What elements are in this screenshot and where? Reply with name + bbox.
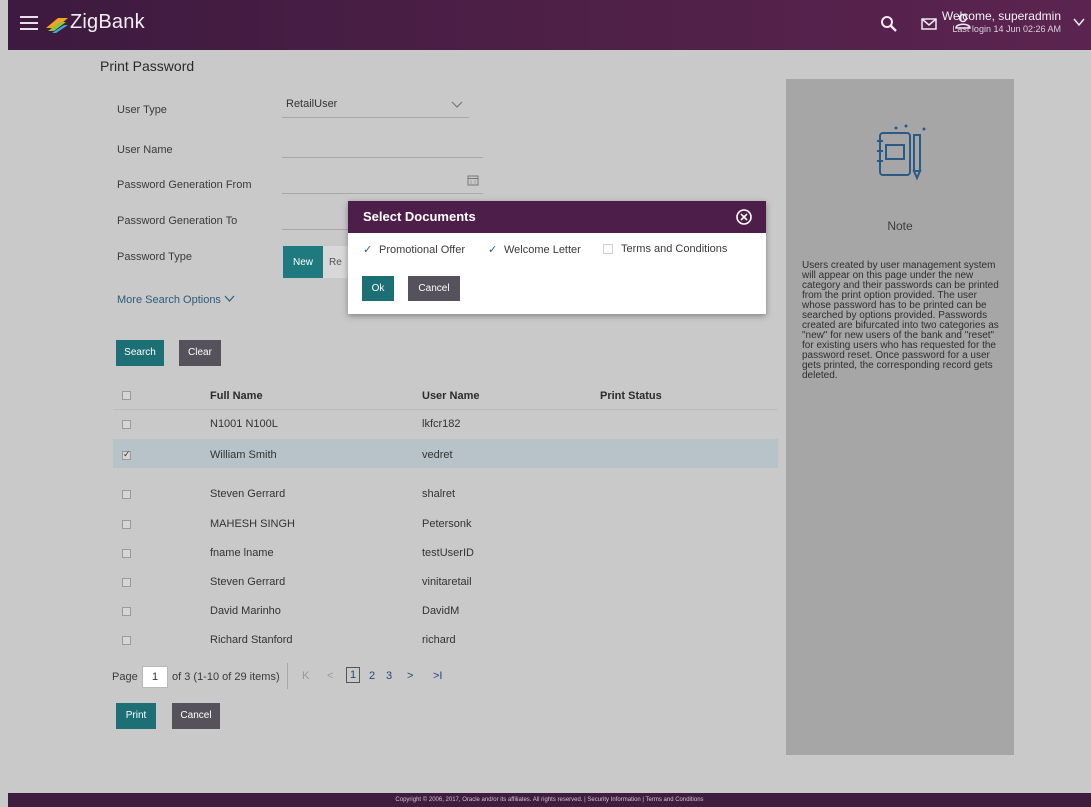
more-search-options-link[interactable]: More Search Options bbox=[117, 294, 235, 306]
page-range-text: of 3 (1-10 of 29 items) bbox=[172, 671, 280, 683]
option-label: Welcome Letter bbox=[504, 243, 581, 256]
prev-page-button[interactable]: < bbox=[327, 670, 333, 682]
cell-full-name: N1001 N100L bbox=[210, 418, 278, 430]
pw-type-reset[interactable]: Re bbox=[323, 246, 348, 278]
select-documents-modal: Select Documents ✓ Promotional Offer ✓ W… bbox=[348, 201, 766, 314]
cell-user-name: shalret bbox=[422, 488, 456, 500]
page-link-1[interactable]: 1 bbox=[346, 667, 361, 683]
pw-from-date-input[interactable] bbox=[282, 172, 483, 194]
col-header-full-name: Full Name bbox=[210, 390, 263, 402]
cell-user-name: lkfcr182 bbox=[422, 418, 461, 430]
first-page-button[interactable]: K bbox=[302, 670, 309, 682]
modal-title: Select Documents bbox=[363, 209, 476, 224]
print-button[interactable]: Print bbox=[116, 703, 156, 729]
last-page-button[interactable]: >I bbox=[433, 670, 442, 682]
page: ZigBank Welcome, superadmin Last login 1… bbox=[0, 0, 1091, 807]
row-checkbox[interactable] bbox=[122, 490, 131, 499]
row-checkbox[interactable] bbox=[122, 520, 131, 529]
modal-header: Select Documents bbox=[348, 201, 766, 233]
page-link-3[interactable]: 3 bbox=[386, 670, 392, 682]
row-checkbox[interactable] bbox=[122, 449, 131, 460]
pw-type-new[interactable]: New bbox=[283, 246, 324, 278]
cancel-button[interactable]: Cancel bbox=[172, 703, 220, 729]
cell-full-name: MAHESH SINGH bbox=[210, 518, 295, 530]
note-title: Note bbox=[887, 219, 913, 233]
option-label: Promotional Offer bbox=[379, 243, 466, 256]
cell-user-name: vedret bbox=[422, 449, 453, 461]
user-name-label: User Name bbox=[117, 144, 173, 156]
option-welcome-letter[interactable]: ✓ Welcome Letter bbox=[488, 243, 581, 257]
close-icon[interactable] bbox=[735, 208, 753, 226]
cell-full-name: Steven Gerrard bbox=[210, 576, 286, 588]
pw-type-toggle[interactable]: New Re bbox=[283, 246, 348, 278]
search-button[interactable]: Search bbox=[116, 340, 164, 366]
cell-full-name: William Smith bbox=[210, 449, 277, 461]
brand-name: ZigBank bbox=[70, 11, 145, 33]
welcome-text: Welcome, superadmin bbox=[941, 9, 1061, 23]
checkbox-icon bbox=[603, 244, 613, 254]
more-search-options-label: More Search Options bbox=[117, 294, 221, 306]
pw-from-label: Password Generation From bbox=[117, 179, 252, 191]
footer: Copyright © 2006, 2017, Oracle and/or it… bbox=[8, 793, 1091, 807]
option-promotional-offer[interactable]: ✓ Promotional Offer bbox=[363, 243, 466, 257]
option-terms-and-conditions[interactable]: Terms and Conditions bbox=[603, 243, 727, 255]
col-header-user-name: User Name bbox=[422, 390, 480, 402]
cell-user-name: Petersonk bbox=[422, 518, 472, 530]
menu-icon[interactable] bbox=[20, 16, 38, 30]
last-login-text: Last login 14 Jun 02:26 AM bbox=[952, 24, 1061, 34]
chevron-down-icon bbox=[451, 101, 463, 108]
mail-icon[interactable] bbox=[920, 15, 938, 33]
note-text: Users created by user management system … bbox=[802, 260, 999, 381]
select-all-checkbox[interactable] bbox=[122, 391, 131, 400]
user-type-select[interactable]: RetailUser bbox=[282, 96, 469, 118]
cell-full-name: David Marinho bbox=[210, 605, 281, 617]
row-checkbox[interactable] bbox=[122, 578, 131, 587]
cell-full-name: Steven Gerrard bbox=[210, 488, 286, 500]
cell-full-name: Richard Stanford bbox=[210, 634, 293, 646]
cell-user-name: vinitaretail bbox=[422, 576, 472, 588]
chevron-down-icon[interactable] bbox=[1073, 16, 1085, 28]
cell-full-name: fname lname bbox=[210, 547, 274, 559]
cell-user-name: DavidM bbox=[422, 605, 460, 617]
top-header: ZigBank Welcome, superadmin Last login 1… bbox=[8, 0, 1091, 50]
user-name-input[interactable] bbox=[282, 136, 483, 158]
row-checkbox[interactable] bbox=[122, 549, 131, 558]
check-icon: ✓ bbox=[363, 244, 373, 256]
calendar-icon[interactable] bbox=[467, 174, 479, 186]
pw-to-date-input[interactable] bbox=[282, 208, 352, 230]
ok-button[interactable]: Ok bbox=[362, 276, 394, 301]
divider bbox=[287, 663, 288, 689]
page-title: Print Password bbox=[100, 58, 195, 74]
check-icon: ✓ bbox=[488, 244, 498, 256]
modal-cancel-button[interactable]: Cancel bbox=[408, 276, 460, 301]
pw-to-label: Password Generation To bbox=[117, 215, 238, 227]
option-label: Terms and Conditions bbox=[621, 243, 728, 255]
page-link-2[interactable]: 2 bbox=[369, 670, 375, 682]
row-checkbox[interactable] bbox=[122, 420, 131, 429]
row-checkbox[interactable] bbox=[122, 607, 131, 616]
row-checkbox[interactable] bbox=[122, 636, 131, 645]
note-panel: Note Users created by user management sy… bbox=[786, 79, 1014, 755]
cell-user-name: richard bbox=[422, 634, 456, 646]
zigbank-logo-icon bbox=[46, 18, 68, 33]
clear-button[interactable]: Clear bbox=[179, 340, 221, 366]
chevron-down-icon bbox=[224, 295, 235, 302]
cell-user-name: testUserID bbox=[422, 547, 474, 559]
page-number-input[interactable]: 1 bbox=[142, 666, 168, 688]
next-page-button[interactable]: > bbox=[407, 670, 413, 682]
col-header-print-status: Print Status bbox=[600, 390, 662, 402]
search-icon[interactable] bbox=[880, 15, 898, 33]
notebook-icon bbox=[877, 124, 926, 181]
page-label: Page bbox=[112, 671, 138, 683]
user-type-value: RetailUser bbox=[286, 98, 338, 110]
user-welcome[interactable]: Welcome, superadmin Last login 14 Jun 02… bbox=[942, 9, 1061, 34]
pw-type-label: Password Type bbox=[117, 251, 193, 263]
divider bbox=[113, 409, 778, 410]
user-type-label: User Type bbox=[117, 104, 167, 116]
